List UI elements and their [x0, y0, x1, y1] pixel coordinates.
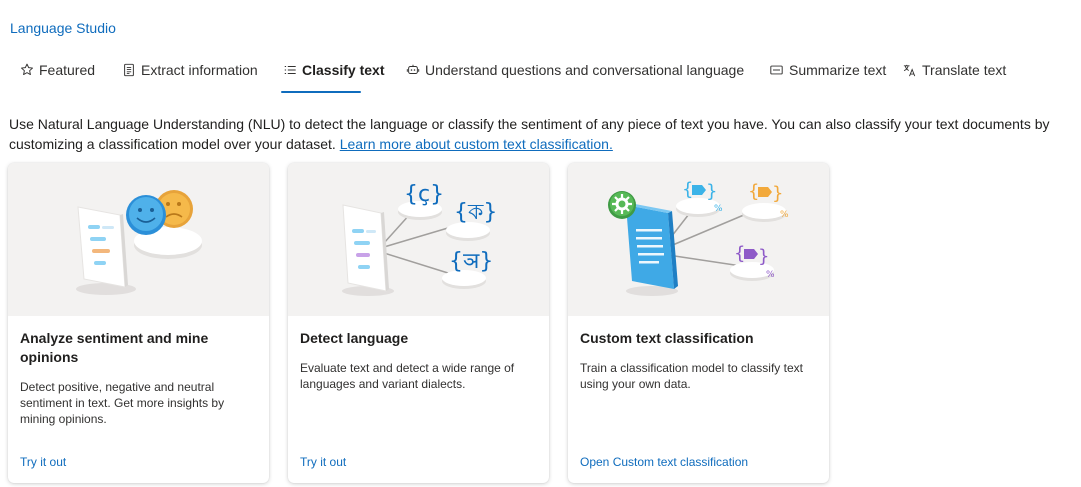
- open-custom-classification-link[interactable]: Open Custom text classification: [580, 455, 748, 469]
- sentiment-card-description: Detect positive, negative and neutral se…: [20, 380, 225, 426]
- tab-understand-questions[interactable]: Understand questions and conversational …: [394, 52, 744, 88]
- svg-text:}: }: [772, 183, 783, 204]
- detect-language-card[interactable]: {ç} {ক} {ञ} Detect language Evaluate tex…: [288, 163, 549, 483]
- tab-classify-label: Classify text: [302, 62, 385, 78]
- svg-text:{: {: [748, 181, 759, 202]
- svg-text:{: {: [734, 243, 745, 264]
- detect-language-card-description: Evaluate text and detect a wide range of…: [300, 361, 515, 391]
- translate-icon: [902, 62, 917, 78]
- glyph-c-cedilla: {ç}: [404, 182, 444, 207]
- list-icon: [283, 62, 297, 78]
- svg-text:%: %: [780, 210, 789, 220]
- glyph-devanagari: {ञ}: [449, 249, 493, 274]
- tab-featured[interactable]: Featured: [8, 52, 102, 88]
- custom-classification-card-description: Train a classification model to classify…: [580, 361, 803, 391]
- category-tabs: Featured Extract information Classify te…: [8, 52, 1006, 94]
- detect-language-try-it-link[interactable]: Try it out: [300, 455, 346, 469]
- tab-extract-information[interactable]: Extract information: [110, 52, 262, 88]
- document-icon: [122, 62, 136, 78]
- learn-more-link[interactable]: Learn more about custom text classificat…: [340, 136, 613, 152]
- tab-translate-label: Translate text: [922, 62, 1007, 78]
- star-icon: [20, 62, 34, 78]
- svg-text:}: }: [758, 246, 769, 267]
- svg-text:{: {: [682, 179, 693, 200]
- custom-classification-card[interactable]: { } % { } % { } % Custom text classifica…: [568, 163, 829, 483]
- chat-bot-icon: [406, 62, 420, 78]
- tab-understand-label: Understand questions and conversational …: [425, 62, 745, 78]
- tab-extract-label: Extract information: [141, 62, 258, 78]
- tab-classify-text[interactable]: Classify text: [271, 52, 384, 93]
- custom-classification-card-title: Custom text classification: [580, 330, 754, 346]
- sentiment-illustration: [8, 163, 269, 316]
- svg-text:%: %: [766, 270, 775, 280]
- tab-summarize-text[interactable]: Summarize text: [757, 52, 886, 88]
- glyph-bengali: {ক}: [454, 200, 497, 225]
- sentiment-card[interactable]: Analyze sentiment and mine opinions Dete…: [8, 163, 269, 483]
- page-description: Use Natural Language Understanding (NLU)…: [9, 114, 1071, 154]
- app-title[interactable]: Language Studio: [10, 20, 116, 36]
- detect-language-card-title: Detect language: [300, 330, 409, 346]
- sentiment-card-title: Analyze sentiment and mine opinions: [20, 330, 209, 365]
- svg-text:}: }: [706, 181, 717, 202]
- tab-summarize-label: Summarize text: [789, 62, 887, 78]
- svg-text:%: %: [714, 204, 723, 214]
- tab-translate-text[interactable]: Translate text: [890, 52, 1006, 88]
- summary-icon: [769, 62, 784, 78]
- sentiment-try-it-link[interactable]: Try it out: [20, 455, 66, 469]
- language-detection-illustration: {ç} {ক} {ञ}: [288, 163, 549, 316]
- custom-classification-illustration: { } % { } % { } %: [568, 163, 829, 316]
- tab-featured-label: Featured: [39, 62, 96, 78]
